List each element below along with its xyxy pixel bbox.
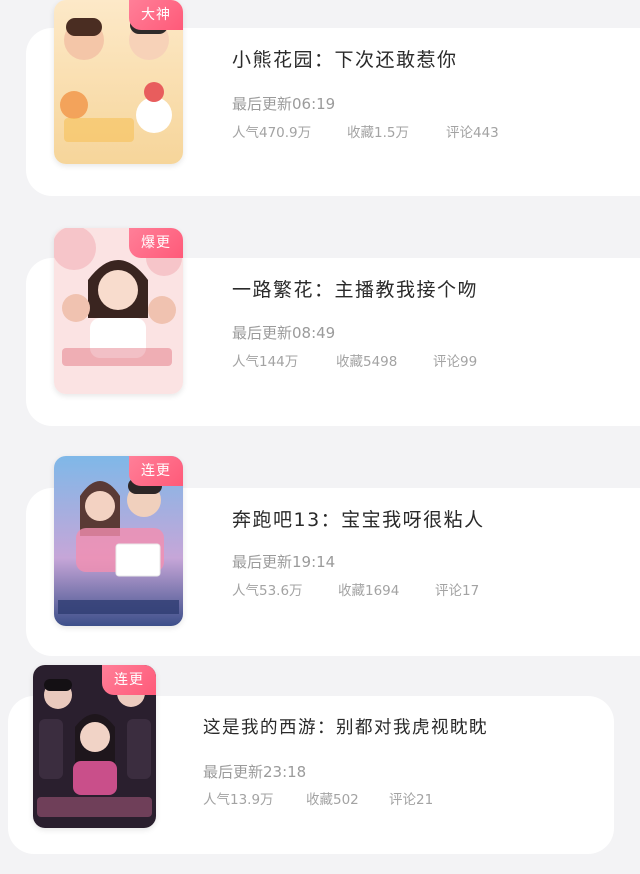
last-updated: 最后更新19:14 [232,553,336,571]
book-cover[interactable]: 连更 [54,456,183,626]
favorites: 收藏1694 [338,583,400,599]
book-title[interactable]: 一路繁花：主播教我接个吻 [232,275,478,302]
comments: 评论21 [389,792,434,808]
popularity: 人气53.6万 [232,583,303,599]
badge: 连更 [102,665,156,695]
book-cover[interactable]: 连更 [33,665,156,828]
book-cover[interactable]: 大神 [54,0,183,164]
popularity: 人气13.9万 [203,792,274,808]
comments: 评论443 [446,125,499,141]
book-title[interactable]: 小熊花园：下次还敢惹你 [232,45,458,72]
comments: 评论17 [435,583,480,599]
last-updated: 最后更新23:18 [203,763,307,781]
popularity: 人气144万 [232,354,299,370]
favorites: 收藏502 [306,792,359,808]
popularity: 人气470.9万 [232,125,312,141]
badge: 爆更 [129,228,183,258]
favorites: 收藏1.5万 [347,125,409,141]
book-title[interactable]: 奔跑吧13：宝宝我呀很粘人 [232,505,485,532]
book-title[interactable]: 这是我的西游：别都对我虎视眈眈 [203,714,488,739]
badge: 连更 [129,456,183,486]
badge: 大神 [129,0,183,30]
last-updated: 最后更新08:49 [232,324,336,342]
comments: 评论99 [433,354,478,370]
favorites: 收藏5498 [336,354,398,370]
last-updated: 最后更新06:19 [232,95,336,113]
book-cover[interactable]: 爆更 [54,228,183,394]
